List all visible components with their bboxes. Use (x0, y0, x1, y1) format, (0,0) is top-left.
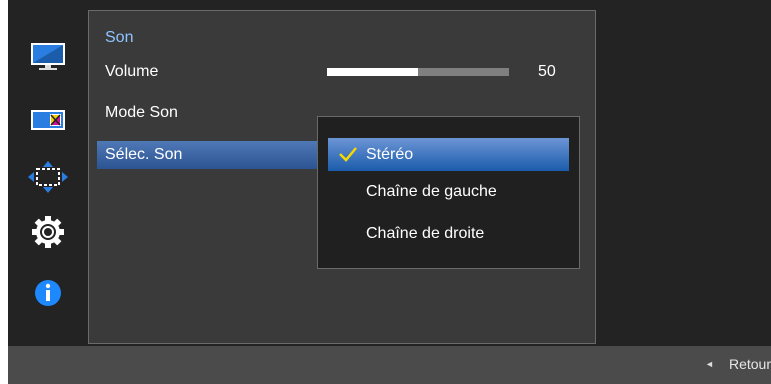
info-icon[interactable] (25, 276, 71, 310)
option-label: Stéréo (366, 146, 414, 163)
sound-select-dropdown: Stéréo Chaîne de gauche Chaîne de droite (317, 116, 580, 269)
menu-item-sound-mode[interactable]: Mode Son (105, 104, 178, 122)
footer-bar: ◄ Retour (8, 346, 771, 384)
panel-title: Son (105, 29, 134, 46)
menu-item-sound-select[interactable]: Sélec. Son (97, 141, 327, 169)
volume-slider[interactable] (327, 68, 509, 76)
back-hint[interactable]: ◄ Retour (705, 356, 771, 372)
option-left-channel[interactable]: Chaîne de gauche (366, 183, 497, 201)
color-icon[interactable] (25, 103, 71, 137)
menu-item-volume[interactable]: Volume (105, 63, 158, 81)
checkmark-icon (339, 147, 357, 162)
volume-value: 50 (538, 63, 556, 80)
screen-size-icon[interactable] (25, 160, 71, 194)
back-arrow-icon: ◄ (705, 359, 714, 369)
option-right-channel[interactable]: Chaîne de droite (366, 225, 484, 243)
osd-icon-sidebar (8, 0, 88, 346)
settings-gear-icon[interactable] (25, 215, 71, 249)
volume-slider-fill (327, 68, 418, 76)
option-stereo[interactable]: Stéréo (328, 138, 569, 171)
back-label: Retour (728, 356, 771, 372)
picture-icon[interactable] (25, 40, 71, 74)
